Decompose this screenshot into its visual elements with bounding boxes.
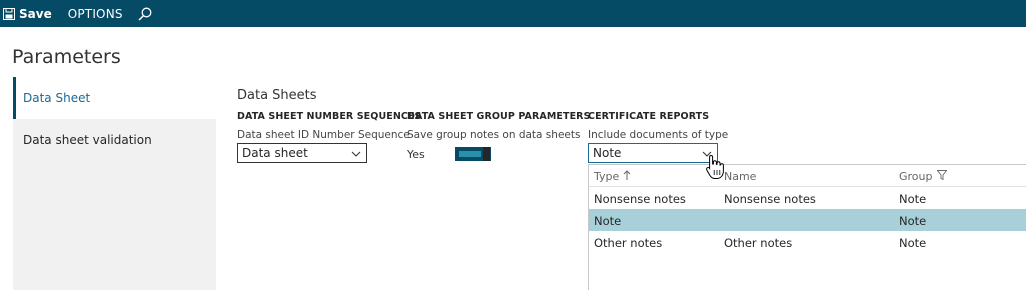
cell-group: Note xyxy=(899,236,927,250)
document-type-select[interactable]: Note xyxy=(588,143,718,163)
hand-pointer-cursor-icon xyxy=(705,154,725,180)
save-label: Save xyxy=(19,6,52,21)
column-label: Type xyxy=(594,170,620,183)
column-header-name[interactable]: Name xyxy=(724,170,756,183)
save-group-notes-toggle[interactable] xyxy=(455,147,491,161)
group-parameters-group: DATA SHEET GROUP PARAMETERS Save group n… xyxy=(407,111,591,161)
action-bar: Save OPTIONS xyxy=(0,0,1026,27)
toggle-track xyxy=(459,151,481,157)
options-button[interactable]: OPTIONS xyxy=(68,7,123,21)
toggle-row: Yes xyxy=(407,147,591,161)
chevron-down-icon xyxy=(351,148,361,158)
dropdown-header: Type Name Group xyxy=(589,165,1026,187)
sort-ascending-icon xyxy=(619,170,631,183)
select-value: Data sheet xyxy=(242,146,308,160)
column-label: Group xyxy=(899,170,933,183)
group-header: DATA SHEET NUMBER SEQUENCES xyxy=(237,111,422,122)
number-sequences-group: DATA SHEET NUMBER SEQUENCES Data sheet I… xyxy=(237,111,422,163)
field-label: Data sheet ID Number Sequence xyxy=(237,129,410,141)
cell-name: Other notes xyxy=(724,236,793,250)
cell-group: Note xyxy=(899,214,927,228)
toggle-thumb xyxy=(483,147,490,161)
section-title: Data Sheets xyxy=(237,88,317,103)
column-header-type[interactable]: Type xyxy=(594,170,631,183)
search-icon[interactable] xyxy=(137,6,153,22)
dropdown-row[interactable]: Other notes Other notes Note xyxy=(589,231,1026,253)
group-header: DATA SHEET GROUP PARAMETERS xyxy=(407,111,591,122)
document-type-dropdown: Type Name Group Nonsense notes Nonsense … xyxy=(588,164,1026,290)
select-value: Note xyxy=(593,146,622,160)
field-label: Include documents of type xyxy=(588,129,729,141)
nav-item-label: Data Sheet xyxy=(23,91,91,105)
toggle-state-label: Yes xyxy=(407,147,425,161)
left-nav: Data Sheet Data sheet validation xyxy=(13,77,216,290)
cell-type: Note xyxy=(594,214,622,228)
number-sequence-select[interactable]: Data sheet xyxy=(237,143,367,163)
field-label: Save group notes on data sheets xyxy=(407,129,581,141)
cell-name: Nonsense notes xyxy=(724,192,816,206)
column-label: Name xyxy=(724,170,757,183)
column-header-group[interactable]: Group xyxy=(899,170,947,183)
floppy-disk-icon xyxy=(3,7,15,20)
group-header: CERTIFICATE REPORTS xyxy=(588,111,710,122)
cell-type: Other notes xyxy=(594,236,663,250)
save-button[interactable]: Save xyxy=(0,0,52,27)
nav-item-data-sheet-validation[interactable]: Data sheet validation xyxy=(13,119,216,161)
cell-group: Note xyxy=(899,192,927,206)
page-title: Parameters xyxy=(12,46,121,68)
cell-type: Nonsense notes xyxy=(594,192,686,206)
dropdown-row[interactable]: Nonsense notes Nonsense notes Note xyxy=(589,187,1026,209)
nav-item-label: Data sheet validation xyxy=(23,133,152,147)
filter-icon xyxy=(933,170,947,183)
nav-item-data-sheet[interactable]: Data Sheet xyxy=(13,77,216,119)
dropdown-row-selected[interactable]: Note Note xyxy=(589,209,1026,231)
dropdown-rows: Nonsense notes Nonsense notes Note Note … xyxy=(589,187,1026,253)
